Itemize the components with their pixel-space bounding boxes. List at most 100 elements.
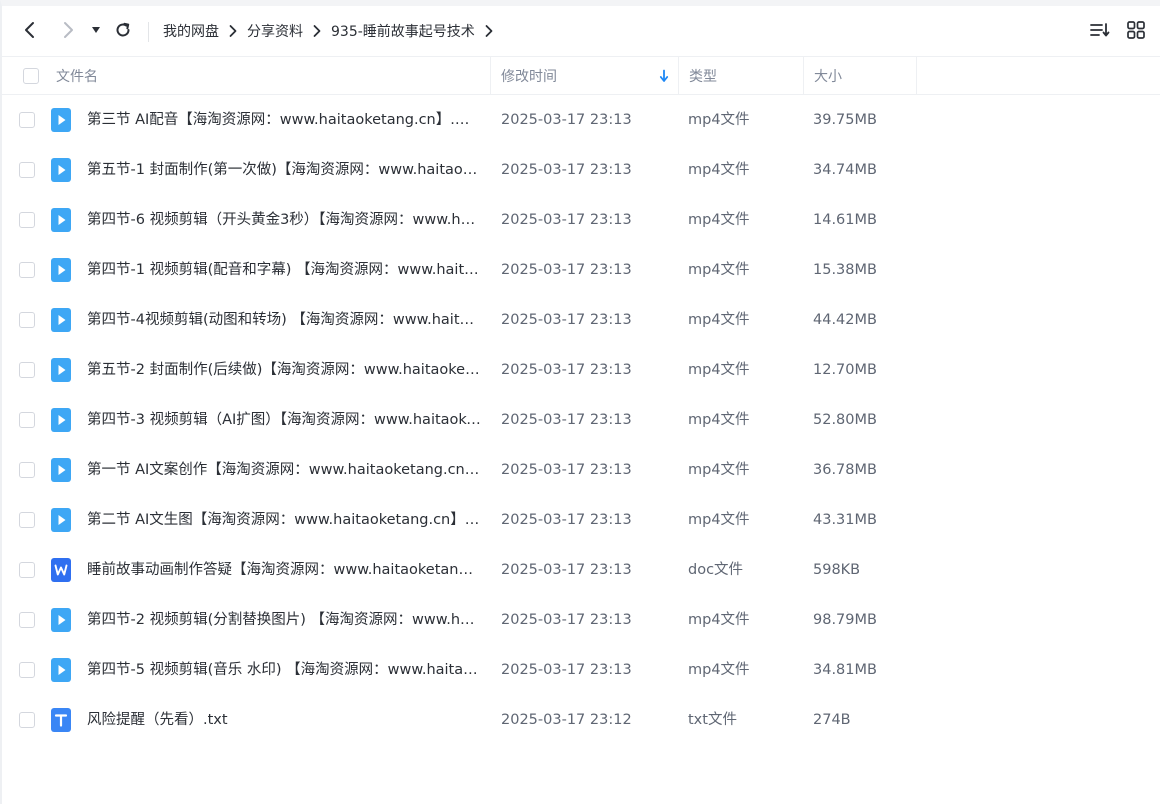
file-name[interactable]: 第四节-4视频剪辑(动图和转场) 【海淘资源网：www.haitaoketang… bbox=[87, 295, 482, 345]
file-row[interactable]: 第五节-1 封面制作(第一次做)【海淘资源网：www.haitaoketang.… bbox=[0, 145, 1160, 195]
file-type: mp4文件 bbox=[688, 412, 750, 428]
column-header-size[interactable]: 大小 bbox=[814, 57, 842, 95]
breadcrumb-item-my-drive[interactable]: 我的网盘 bbox=[163, 21, 219, 41]
refresh-button[interactable] bbox=[111, 18, 135, 42]
column-header-modified[interactable]: 修改时间 bbox=[501, 57, 557, 95]
row-checkbox[interactable] bbox=[19, 362, 35, 378]
row-checkbox[interactable] bbox=[19, 462, 35, 478]
file-modified-time: 2025-03-17 23:13 bbox=[501, 212, 632, 228]
file-name[interactable]: 第四节-5 视频剪辑(音乐 水印) 【海淘资源网：www.haitaoketan… bbox=[87, 645, 482, 695]
file-type: mp4文件 bbox=[688, 262, 750, 278]
toolbar-divider bbox=[148, 22, 149, 42]
row-checkbox[interactable] bbox=[19, 712, 35, 728]
history-dropdown-button[interactable] bbox=[85, 18, 107, 42]
file-row[interactable]: 第四节-4视频剪辑(动图和转场) 【海淘资源网：www.haitaoketang… bbox=[0, 295, 1160, 345]
file-type: mp4文件 bbox=[688, 512, 750, 528]
file-modified-time: 2025-03-17 23:13 bbox=[501, 412, 632, 428]
file-row[interactable]: 第一节 AI文案创作【海淘资源网：www.haitaoketang.cn】.mp… bbox=[0, 445, 1160, 495]
video-file-icon bbox=[51, 358, 71, 382]
file-type: mp4文件 bbox=[688, 212, 750, 228]
row-checkbox[interactable] bbox=[19, 662, 35, 678]
text-file-icon bbox=[51, 708, 71, 732]
file-modified-time: 2025-03-17 23:13 bbox=[501, 662, 632, 678]
file-name[interactable]: 第四节-6 视频剪辑（开头黄金3秒）【海淘资源网：www.haitaoketan… bbox=[87, 195, 482, 245]
file-type: mp4文件 bbox=[688, 162, 750, 178]
grid-view-button[interactable] bbox=[1124, 18, 1148, 42]
file-size: 598KB bbox=[813, 562, 861, 578]
row-checkbox[interactable] bbox=[19, 112, 35, 128]
file-size: 14.61MB bbox=[813, 212, 877, 228]
sort-button[interactable] bbox=[1088, 18, 1112, 42]
file-row[interactable]: 第三节 AI配音【海淘资源网：www.haitaoketang.cn】.mp4 2… bbox=[0, 95, 1160, 145]
file-name[interactable]: 睡前故事动画制作答疑【海淘资源网：www.haitaoketang.cn】.do… bbox=[87, 545, 482, 595]
column-divider bbox=[678, 57, 679, 95]
file-modified-time: 2025-03-17 23:13 bbox=[501, 362, 632, 378]
file-name[interactable]: 第五节-1 封面制作(第一次做)【海淘资源网：www.haitaoketang.… bbox=[87, 145, 482, 195]
file-size: 34.81MB bbox=[813, 662, 877, 678]
column-header-type[interactable]: 类型 bbox=[689, 57, 717, 95]
file-size: 274B bbox=[813, 712, 851, 728]
file-size: 98.79MB bbox=[813, 612, 877, 628]
file-modified-time: 2025-03-17 23:12 bbox=[501, 712, 632, 728]
file-name[interactable]: 第二节 AI文生图【海淘资源网：www.haitaoketang.cn】.mp4 bbox=[87, 495, 482, 545]
word-file-icon bbox=[51, 558, 71, 582]
file-size: 12.70MB bbox=[813, 362, 877, 378]
file-list-header: 文件名 修改时间 类型 大小 bbox=[0, 56, 1160, 95]
chevron-left-icon bbox=[25, 22, 34, 38]
column-header-name[interactable]: 文件名 bbox=[56, 57, 98, 95]
file-modified-time: 2025-03-17 23:13 bbox=[501, 162, 632, 178]
file-name[interactable]: 风险提醒（先看）.txt bbox=[87, 695, 482, 745]
row-checkbox[interactable] bbox=[19, 312, 35, 328]
breadcrumb-item-current-folder[interactable]: 935-睡前故事起号技术 bbox=[331, 21, 475, 41]
file-name[interactable]: 第一节 AI文案创作【海淘资源网：www.haitaoketang.cn】.mp… bbox=[87, 445, 482, 495]
forward-button[interactable] bbox=[56, 18, 80, 42]
row-checkbox[interactable] bbox=[19, 412, 35, 428]
file-type: doc文件 bbox=[688, 562, 744, 578]
file-modified-time: 2025-03-17 23:13 bbox=[501, 312, 632, 328]
file-row[interactable]: 第五节-2 封面制作(后续做)【海淘资源网：www.haitaoketang.c… bbox=[0, 345, 1160, 395]
file-row[interactable]: 睡前故事动画制作答疑【海淘资源网：www.haitaoketang.cn】.do… bbox=[0, 545, 1160, 595]
breadcrumb-item-shared[interactable]: 分享资料 bbox=[247, 21, 303, 41]
file-modified-time: 2025-03-17 23:13 bbox=[501, 612, 632, 628]
file-row[interactable]: 第二节 AI文生图【海淘资源网：www.haitaoketang.cn】.mp4… bbox=[0, 495, 1160, 545]
row-checkbox[interactable] bbox=[19, 212, 35, 228]
row-checkbox[interactable] bbox=[19, 612, 35, 628]
row-checkbox[interactable] bbox=[19, 162, 35, 178]
chevron-right-icon[interactable] bbox=[479, 24, 499, 38]
file-size: 39.75MB bbox=[813, 112, 877, 128]
sort-desc-arrow-icon[interactable] bbox=[659, 57, 669, 95]
file-row[interactable]: 第四节-2 视频剪辑(分割替换图片) 【海淘资源网：www.haitaoketa… bbox=[0, 595, 1160, 645]
file-row[interactable]: 第四节-1 视频剪辑(配音和字幕) 【海淘资源网：www.haitaoketan… bbox=[0, 245, 1160, 295]
file-size: 44.42MB bbox=[813, 312, 877, 328]
file-type: mp4文件 bbox=[688, 662, 750, 678]
file-row[interactable]: 第四节-3 视频剪辑（AI扩图）【海淘资源网：www.haitaoketang.… bbox=[0, 395, 1160, 445]
file-name[interactable]: 第五节-2 封面制作(后续做)【海淘资源网：www.haitaoketang.c… bbox=[87, 345, 482, 395]
refresh-icon bbox=[116, 22, 130, 37]
row-checkbox[interactable] bbox=[19, 562, 35, 578]
back-button[interactable] bbox=[18, 18, 42, 42]
file-type: mp4文件 bbox=[688, 612, 750, 628]
chevron-right-icon bbox=[307, 24, 327, 38]
file-type: mp4文件 bbox=[688, 362, 750, 378]
select-all-checkbox[interactable] bbox=[23, 68, 39, 84]
file-list: 第三节 AI配音【海淘资源网：www.haitaoketang.cn】.mp4 2… bbox=[0, 95, 1160, 745]
file-name[interactable]: 第三节 AI配音【海淘资源网：www.haitaoketang.cn】.mp4 bbox=[87, 95, 482, 145]
video-file-icon bbox=[51, 158, 71, 182]
file-row[interactable]: 风险提醒（先看）.txt 2025-03-17 23:12 txt文件 274B bbox=[0, 695, 1160, 745]
file-row[interactable]: 第四节-6 视频剪辑（开头黄金3秒）【海淘资源网：www.haitaoketan… bbox=[0, 195, 1160, 245]
file-name[interactable]: 第四节-1 视频剪辑(配音和字幕) 【海淘资源网：www.haitaoketan… bbox=[87, 245, 482, 295]
chevron-right-icon bbox=[64, 22, 73, 38]
file-row[interactable]: 第四节-5 视频剪辑(音乐 水印) 【海淘资源网：www.haitaoketan… bbox=[0, 645, 1160, 695]
file-size: 36.78MB bbox=[813, 462, 877, 478]
video-file-icon bbox=[51, 608, 71, 632]
file-modified-time: 2025-03-17 23:13 bbox=[501, 262, 632, 278]
row-checkbox[interactable] bbox=[19, 262, 35, 278]
file-size: 34.74MB bbox=[813, 162, 877, 178]
video-file-icon bbox=[51, 458, 71, 482]
toolbar: 我的网盘 分享资料 935-睡前故事起号技术 bbox=[0, 6, 1160, 56]
breadcrumb: 我的网盘 分享资料 935-睡前故事起号技术 bbox=[163, 6, 503, 56]
column-divider bbox=[803, 57, 804, 95]
row-checkbox[interactable] bbox=[19, 512, 35, 528]
file-name[interactable]: 第四节-3 视频剪辑（AI扩图）【海淘资源网：www.haitaoketang.… bbox=[87, 395, 482, 445]
file-name[interactable]: 第四节-2 视频剪辑(分割替换图片) 【海淘资源网：www.haitaoketa… bbox=[87, 595, 482, 645]
